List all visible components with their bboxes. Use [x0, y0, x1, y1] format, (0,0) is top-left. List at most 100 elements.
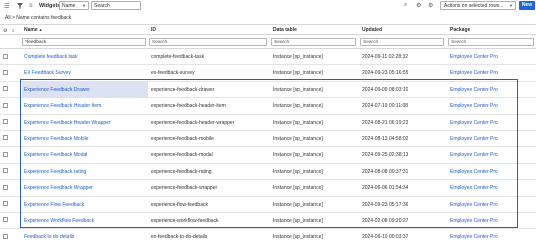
column-header-data-table[interactable]: Data table	[273, 27, 297, 33]
table-row[interactable]: Experience Feedback Modal experience-fee…	[0, 147, 536, 164]
row-data-table: Instance [sp_instance]	[273, 135, 323, 142]
row-data-table: Instance [sp_instance]	[273, 103, 323, 110]
row-package-link[interactable]: Employee Center Pro	[450, 103, 498, 109]
gear-icon[interactable]: ⚙	[416, 2, 421, 9]
row-id: experience-feedback-drawer	[151, 86, 215, 93]
row-id: experience-feedback-mobile	[151, 135, 214, 142]
filter-package-input[interactable]: Search	[448, 38, 534, 46]
row-package-link[interactable]: Employee Center Pro	[450, 136, 498, 142]
settings-icon[interactable]: ⚙	[428, 2, 433, 9]
row-checkbox[interactable]	[3, 201, 8, 207]
row-checkbox[interactable]	[3, 53, 8, 59]
row-id: experience-feedback-header-item	[151, 103, 226, 110]
table-row[interactable]: Feedback to do details ex-feedback-to-do…	[0, 229, 536, 243]
row-name-link[interactable]: Experience Workflow Feedback	[22, 213, 148, 229]
table-row[interactable]: Complete feedback task complete-feedback…	[0, 49, 536, 66]
table-row[interactable]: Experience Feedback Wrapper experience-f…	[0, 180, 536, 197]
column-header-name-label: Name	[24, 27, 38, 33]
row-package-link[interactable]: Employee Center Pro	[450, 202, 498, 208]
filter-data-table-input[interactable]: Search	[271, 38, 356, 46]
table-row[interactable]: Experience Workflow Feedback experience-…	[0, 213, 536, 230]
row-data-table: Instance [sp_instance]	[273, 86, 323, 93]
filter-name-input[interactable]: *feedback	[22, 38, 146, 46]
row-id: ex-feedback-to-do-details	[151, 234, 208, 241]
filter-id-input[interactable]: Search	[149, 38, 267, 46]
list-toolbar: ☰ ≡ Widgets Name ▼ Search ⌕ ⚙ ⚙ Actions …	[0, 0, 536, 12]
table-row[interactable]: Experience Flow Feedback experience-flow…	[0, 197, 536, 213]
row-package-link[interactable]: Employee Center Pro	[450, 218, 498, 224]
row-checkbox[interactable]	[3, 135, 8, 141]
menu-lines-icon[interactable]: ≡	[29, 1, 33, 11]
table-row[interactable]: Experience Feedback Header Wrapper exper…	[0, 115, 536, 131]
table-row[interactable]: EX Feedback Survey ex-feedback-survey In…	[0, 65, 536, 82]
row-checkbox[interactable]	[3, 86, 8, 92]
list-body: Complete feedback task complete-feedback…	[0, 49, 536, 243]
row-checkbox[interactable]	[3, 119, 8, 125]
row-id: complete-feedback-task	[151, 54, 205, 60]
row-package-link[interactable]: Employee Center Pro	[450, 152, 498, 158]
hamburger-menu-icon[interactable]: ☰	[4, 1, 9, 11]
row-package-link[interactable]: Employee Center Pro	[450, 185, 498, 191]
row-name-link[interactable]: Experience Feedback Wrapper	[22, 180, 148, 196]
row-updated: 2024-08-13 04:58:02	[362, 135, 409, 142]
row-package-link[interactable]: Employee Center Pro	[450, 70, 498, 76]
row-package-link[interactable]: Employee Center Pro	[450, 87, 498, 93]
column-header-name[interactable]: Name▲	[24, 27, 43, 33]
table-row[interactable]: Experience Feedback rating experience-fe…	[0, 164, 536, 181]
row-name-link[interactable]: Complete feedback task	[22, 49, 148, 65]
search-field-select-value: Name	[62, 3, 76, 9]
row-name-link[interactable]: Experience Feedback Modal	[22, 147, 148, 163]
row-data-table: Instance [sp_instance]	[273, 234, 323, 241]
search-field-select[interactable]: Name ▼	[59, 1, 89, 10]
row-checkbox[interactable]	[3, 151, 8, 157]
row-id: experience-workflow-feedback	[151, 217, 219, 224]
filter-updated-input[interactable]: Search	[360, 38, 444, 46]
new-button[interactable]: New	[519, 1, 535, 10]
column-header-id[interactable]: ID	[151, 27, 156, 33]
row-id: experience-feedback-rating	[151, 168, 212, 175]
sort-asc-icon: ▲	[38, 27, 43, 32]
row-updated: 2024-09-25 02:38:13	[362, 152, 409, 159]
row-checkbox[interactable]	[3, 184, 8, 190]
column-header-row: ⚙ ⌕ Name▲ ID Data table Updated Package	[0, 24, 536, 35]
search-input[interactable]: Search	[91, 1, 141, 10]
row-checkbox[interactable]	[3, 168, 8, 174]
row-data-table: Instance [sp_instance]	[273, 70, 323, 77]
row-name-link[interactable]: Feedback to do details	[22, 229, 148, 243]
row-package-link[interactable]: Employee Center Pro	[450, 54, 498, 60]
row-checkbox[interactable]	[3, 233, 8, 239]
row-name-link[interactable]: Experience Flow Feedback	[22, 197, 148, 213]
row-updated: 2024-09-11 02:28:32	[362, 54, 409, 60]
table-row[interactable]: Experience Feedback Drawer experience-fe…	[0, 81, 536, 99]
column-header-updated[interactable]: Updated	[362, 27, 382, 33]
attachment-icon[interactable]: ⌕	[404, 2, 407, 9]
row-name-link[interactable]: Experience Feedback rating	[22, 164, 148, 180]
table-row[interactable]: Experience Feedback Header Item experien…	[0, 98, 536, 115]
table-row[interactable]: Experience Feedback Mobile experience-fe…	[0, 131, 536, 148]
row-data-table: Instance [sp_instance]	[273, 201, 323, 208]
row-name-link[interactable]: Experience Feedback Header Item	[22, 98, 148, 114]
breadcrumb[interactable]: All > Name contains feedback	[5, 15, 71, 21]
row-package-link[interactable]: Employee Center Pro	[450, 234, 498, 240]
row-updated: 2024-09-23 05:16:55	[362, 70, 409, 77]
row-id: experience-feedback-header-wrapper	[151, 119, 235, 126]
funnel-icon[interactable]	[17, 1, 23, 11]
row-id: experience-feedback-modal	[151, 152, 213, 159]
row-updated: 2024-06-06 01:54:34	[362, 185, 409, 192]
row-checkbox[interactable]	[3, 217, 8, 223]
row-id: experience-flow-feedback	[151, 201, 208, 208]
row-id: ex-feedback-survey	[151, 70, 195, 77]
column-filter-row: *feedback Search Search Search Search	[0, 35, 536, 49]
actions-select[interactable]: Actions on selected rows... ▼	[440, 1, 516, 10]
row-package-link[interactable]: Employee Center Pro	[450, 120, 498, 126]
row-name-link[interactable]: Experience Feedback Drawer	[22, 81, 148, 98]
row-name-link[interactable]: EX Feedback Survey	[22, 65, 148, 81]
row-checkbox[interactable]	[3, 102, 8, 108]
row-name-link[interactable]: Experience Feedback Mobile	[22, 131, 148, 147]
column-header-package[interactable]: Package	[450, 27, 470, 33]
row-updated: 2024-07-19 00:11:08	[362, 103, 409, 110]
row-checkbox[interactable]	[3, 69, 8, 75]
row-package-link[interactable]: Employee Center Pro	[450, 169, 498, 175]
row-name-link[interactable]: Experience Feedback Header Wrapper	[22, 115, 148, 131]
row-data-table: Instance [sp_instance]	[273, 185, 323, 192]
